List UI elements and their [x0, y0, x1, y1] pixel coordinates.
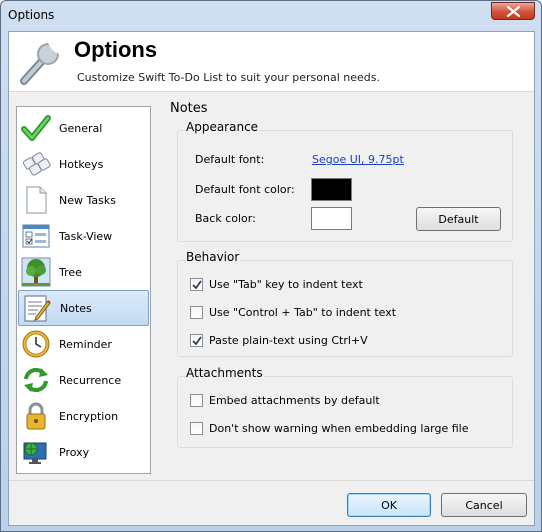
sidebar-item-label: Hotkeys: [59, 157, 104, 171]
paste-plain-text-option[interactable]: Paste plain-text using Ctrl+V: [190, 334, 368, 347]
tab-indent-option[interactable]: Use "Tab" key to indent text: [190, 278, 363, 291]
sidebar-item-recurrence[interactable]: Recurrence: [18, 362, 149, 398]
sidebar-item-encryption[interactable]: Encryption: [18, 398, 149, 434]
keyboard-icon: [20, 148, 52, 180]
back-color-label: Back color:: [195, 212, 256, 225]
sidebar-item-label: Encryption: [59, 409, 119, 423]
checkbox-label: Use "Control + Tab" to indent text: [209, 306, 397, 319]
sidebar-item-label: New Tasks: [59, 193, 116, 207]
embed-attachments-checkbox[interactable]: [190, 394, 203, 407]
checkmark-icon: [192, 280, 202, 290]
title-bar[interactable]: Options: [1, 1, 541, 31]
recurrence-arrows-icon: [20, 364, 52, 396]
dialog-body: Options Customize Swift To-Do List to su…: [8, 31, 535, 526]
default-font-label: Default font:: [195, 153, 265, 166]
large-file-warning-option[interactable]: Don't show warning when embedding large …: [190, 422, 469, 435]
paste-plain-text-checkbox[interactable]: [190, 334, 203, 347]
close-button[interactable]: [491, 2, 535, 20]
sidebar-item-label: General: [59, 121, 103, 135]
sidebar-item-label: Task-View: [59, 229, 113, 243]
checkmark-icon: [192, 336, 202, 346]
default-font-link[interactable]: Segoe UI, 9.75pt: [312, 153, 404, 166]
sidebar-item-hotkeys[interactable]: Hotkeys: [18, 146, 149, 182]
group-title: Behavior: [185, 250, 241, 264]
behavior-group: Behavior Use "Tab" key to indent text Us…: [177, 250, 513, 357]
sidebar-item-label: Recurrence: [59, 373, 122, 387]
sidebar-item-new-tasks[interactable]: New Tasks: [18, 182, 149, 218]
checkbox-label: Use "Tab" key to indent text: [209, 278, 363, 291]
monitor-globe-icon: [20, 436, 52, 468]
page-title: Notes: [170, 101, 208, 116]
default-font-color-label: Default font color:: [195, 183, 295, 196]
options-window: Options Options Customize Swift To-Do Li…: [0, 0, 542, 532]
checkmark-icon: [20, 112, 52, 144]
back-color-swatch[interactable]: [311, 207, 352, 230]
checkbox-label: Paste plain-text using Ctrl+V: [209, 334, 368, 347]
dialog-header: Options Customize Swift To-Do List to su…: [9, 32, 534, 92]
task-view-icon: [20, 220, 52, 252]
sidebar-item-tree[interactable]: Tree: [18, 254, 149, 290]
dialog-footer: OK Cancel: [9, 480, 534, 525]
large-file-warning-checkbox[interactable]: [190, 422, 203, 435]
document-icon: [20, 184, 52, 216]
close-icon: [507, 6, 520, 17]
lock-icon: [20, 400, 52, 432]
header-title: Options: [74, 37, 158, 62]
ctrl-tab-indent-option[interactable]: Use "Control + Tab" to indent text: [190, 306, 396, 319]
sidebar-item-reminder[interactable]: Reminder: [18, 326, 149, 362]
wrench-icon: [20, 43, 59, 85]
sidebar-item-label: Notes: [60, 301, 92, 315]
sidebar-item-general[interactable]: General: [18, 110, 149, 146]
sidebar-item-task-view[interactable]: Task-View: [18, 218, 149, 254]
header-subtitle: Customize Swift To-Do List to suit your …: [77, 71, 380, 84]
sidebar-item-proxy[interactable]: Proxy: [18, 434, 149, 470]
tab-indent-checkbox[interactable]: [190, 278, 203, 291]
checkbox-label: Don't show warning when embedding large …: [209, 422, 469, 435]
ctrl-tab-indent-checkbox[interactable]: [190, 306, 203, 319]
group-title: Appearance: [185, 120, 260, 134]
sidebar-item-notes[interactable]: Notes: [18, 290, 149, 326]
checkbox-label: Embed attachments by default: [209, 394, 380, 407]
font-color-swatch[interactable]: [311, 178, 352, 201]
tree-icon: [20, 256, 52, 288]
group-title: Attachments: [185, 366, 264, 380]
cancel-button[interactable]: Cancel: [441, 493, 527, 517]
clock-icon: [20, 328, 52, 360]
notes-icon: [21, 292, 53, 324]
sidebar-item-label: Reminder: [59, 337, 112, 351]
window-title: Options: [8, 8, 55, 22]
default-button[interactable]: Default: [416, 207, 501, 231]
sidebar-item-label: Tree: [59, 265, 82, 279]
options-category-list: General Hotkeys New Tasks Task-View Tree…: [16, 106, 151, 474]
ok-button[interactable]: OK: [347, 493, 431, 517]
attachments-group: Attachments Embed attachments by default…: [177, 366, 513, 448]
sidebar-item-label: Proxy: [59, 445, 90, 459]
appearance-group: Appearance Default font: Segoe UI, 9.75p…: [177, 120, 513, 242]
embed-attachments-option[interactable]: Embed attachments by default: [190, 394, 380, 407]
